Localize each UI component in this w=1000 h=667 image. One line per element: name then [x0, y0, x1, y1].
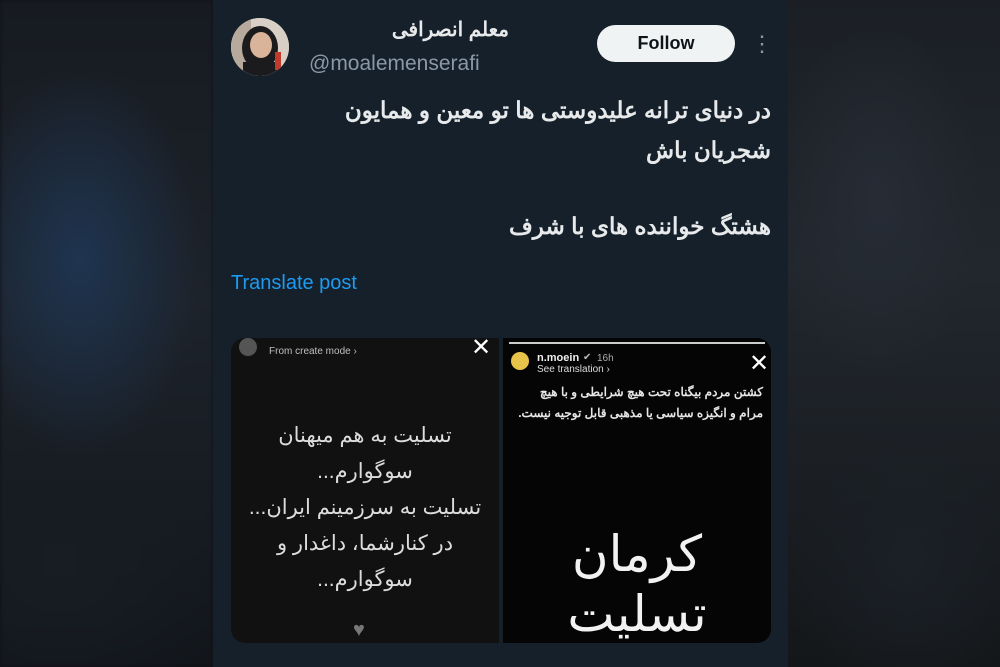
post-text: در دنیای ترانه علیدوستی ها تو معین و هما…: [231, 90, 771, 246]
author-name[interactable]: معلم انصرافی: [309, 17, 509, 42]
media-grid: From create mode › ✕ تسلیت به هم میهنان …: [231, 338, 771, 643]
story-line: تسلیت به سرزمینم ایران...: [248, 496, 482, 519]
background-left: [0, 0, 213, 667]
story-subtitle: From create mode ›: [269, 346, 357, 357]
story-line: مرام و انگیزه سیاسی یا مذهبی قابل توجیه …: [518, 406, 763, 420]
follow-button[interactable]: Follow: [597, 25, 735, 62]
post-text-line: شجریان باش: [646, 137, 771, 163]
avatar[interactable]: [231, 18, 289, 76]
story-big-text: کرمان تسلیت: [567, 526, 707, 642]
background-right: [788, 0, 1000, 667]
story-username: n.moein: [537, 352, 580, 364]
post-header: معلم انصرافی @moalemenserafi Follow ⋮: [213, 0, 788, 90]
story-avatar: [239, 338, 257, 356]
story-avatar: [511, 352, 529, 370]
author-handle[interactable]: @moalemenserafi: [309, 52, 480, 76]
close-icon: ✕: [471, 338, 492, 361]
translate-post-link[interactable]: Translate post: [231, 272, 357, 295]
story-time: 16h: [597, 353, 614, 364]
story-line: سوگوارم...: [317, 568, 413, 591]
heart-icon: ♥: [353, 619, 365, 641]
story-body-text: تسلیت به هم میهنان سوگوارم... تسلیت به س…: [241, 418, 489, 598]
story-small-text: کشتن مردم بیگناه تحت هیچ شرایطی و با هیچ…: [509, 382, 763, 424]
story-line: تسلیت به هم میهنان: [278, 424, 452, 447]
media-image-left[interactable]: From create mode › ✕ تسلیت به هم میهنان …: [231, 338, 499, 643]
story-line: کشتن مردم بیگناه تحت هیچ شرایطی و با هیچ: [539, 385, 763, 399]
story-see-translation: See translation ›: [537, 364, 610, 375]
media-image-right[interactable]: n.moein ✔ 16h See translation › ✕ کشتن م…: [503, 338, 771, 643]
verified-icon: ✔: [583, 352, 592, 363]
more-vertical-icon[interactable]: ⋮: [751, 30, 773, 58]
story-line: سوگوارم...: [317, 460, 413, 483]
avatar-image: [231, 18, 289, 76]
story-line: در کنارشما، داغدار و: [276, 532, 454, 555]
story-progress-bar: [509, 342, 765, 344]
post-text-line: هشتگ خواننده های با شرف: [508, 213, 771, 239]
post-card: معلم انصرافی @moalemenserafi Follow ⋮ در…: [213, 0, 788, 667]
close-icon: ✕: [749, 350, 770, 377]
post-text-line: در دنیای ترانه علیدوستی ها تو معین و هما…: [344, 97, 771, 123]
